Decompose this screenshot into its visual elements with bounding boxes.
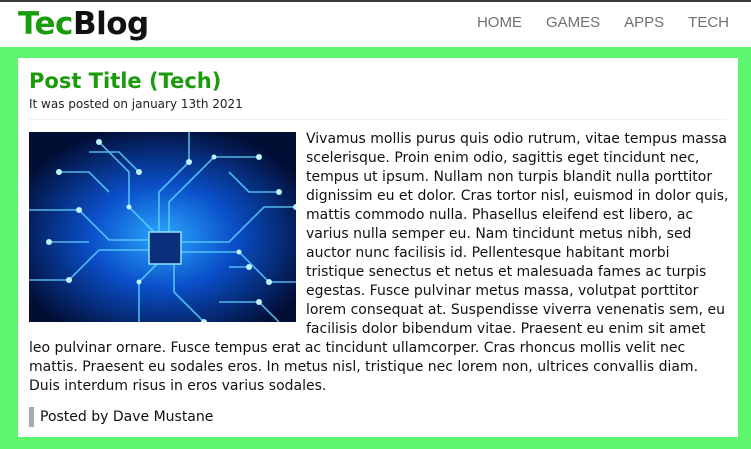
post-body: Vivamus mollis purus quis odio rutrum, v… xyxy=(29,130,729,396)
circuit-board-image xyxy=(29,132,296,322)
post-author: Posted by Dave Mustane xyxy=(29,407,213,427)
nav-link-tech[interactable]: TECH xyxy=(688,13,729,33)
top-navigation-bar: TecBlog HOME GAMES APPS TECH xyxy=(0,0,751,47)
post-date: It was posted on january 13th 2021 xyxy=(29,97,243,111)
post-card: Post Title (Tech) It was posted on janua… xyxy=(18,58,738,437)
logo-part-blog: Blog xyxy=(72,6,149,42)
nav-link-games[interactable]: GAMES xyxy=(546,13,600,33)
nav-link-home[interactable]: HOME xyxy=(477,13,522,33)
main-nav: HOME GAMES APPS TECH xyxy=(453,13,729,33)
site-logo[interactable]: TecBlog xyxy=(18,5,149,43)
post-title[interactable]: Post Title (Tech) xyxy=(29,67,221,95)
nav-link-apps[interactable]: APPS xyxy=(624,13,664,33)
divider xyxy=(29,119,727,120)
logo-part-tec: Tec xyxy=(18,6,73,42)
